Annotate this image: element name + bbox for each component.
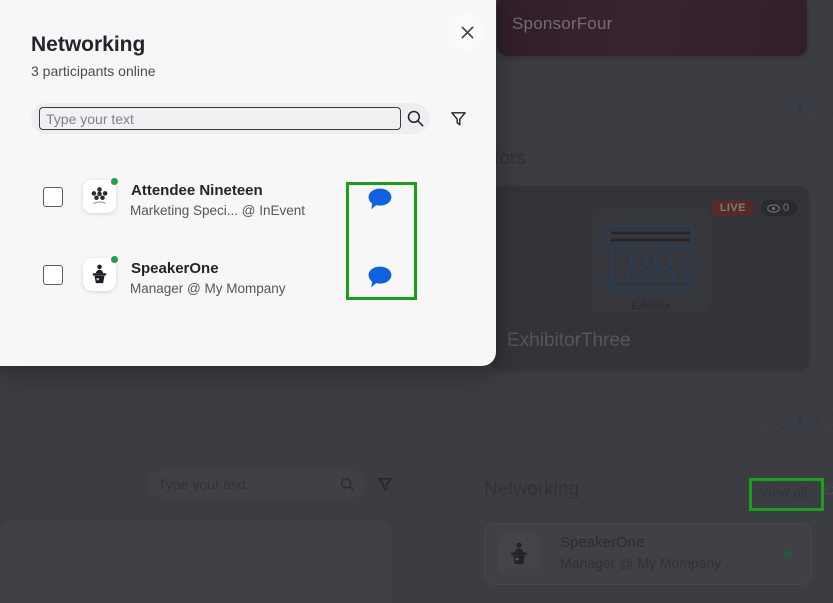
exhibitor-illustration-label: Exhibitor [631, 301, 671, 312]
exhibitor-card[interactable]: LIVE 0 Exhibitor ExhibitorThree [491, 186, 809, 370]
pagination-top[interactable]: ❮ 1 2 ❯ [766, 97, 833, 118]
speaker-podium-icon [92, 264, 107, 284]
search-input[interactable]: Type your text [148, 470, 365, 498]
sponsor-banner[interactable]: SponsorFour [497, 0, 807, 56]
participant-role: Manager @ My Mompany [130, 281, 286, 296]
participants-online-count: 3 participants online [31, 63, 156, 79]
filter-icon[interactable] [450, 110, 467, 127]
eye-icon [767, 203, 780, 213]
list-item[interactable]: SpeakerOne Manager @ My Mompany [31, 248, 465, 326]
close-icon[interactable] [453, 18, 481, 46]
pagination-bottom[interactable]: ❮ 1 2 ❯ [766, 411, 833, 432]
modal-search-row [31, 103, 466, 134]
networking-card[interactable]: SpeakerOne Manager @ My Mompany [484, 523, 812, 585]
close-x-glyph [461, 26, 473, 38]
views-count: 0 [782, 202, 789, 214]
background-panel [0, 520, 392, 603]
online-status-dot [110, 177, 119, 186]
chat-bubble-icon[interactable] [367, 187, 393, 217]
participant-checkbox[interactable] [43, 265, 63, 285]
page-title: Networking [31, 33, 146, 56]
participant-checkbox[interactable] [43, 187, 63, 207]
search-placeholder: Type your text [158, 476, 246, 492]
status-badge-live: LIVE [711, 200, 754, 216]
chevron-right-circle-icon[interactable]: ❯ [829, 97, 833, 118]
pagination-page-1[interactable]: 1 [796, 100, 804, 116]
online-status-dot [783, 550, 792, 559]
networking-card-name: SpeakerOne [560, 534, 645, 551]
views-badge: 0 [760, 200, 797, 216]
chevron-right-circle-icon[interactable]: ❯ [829, 411, 833, 432]
speaker-podium-icon [511, 542, 527, 564]
exhibitor-name: ExhibitorThree [507, 330, 631, 351]
avatar-wrapper [83, 177, 119, 213]
pagination-page-2[interactable]: 2 [813, 100, 821, 116]
exhibitor-badges: LIVE 0 [711, 200, 797, 216]
group-people-icon [91, 187, 108, 205]
pagination-page-2[interactable]: 2 [813, 414, 821, 430]
sponsor-title: SponsorFour [512, 14, 613, 33]
online-status-dot [110, 255, 119, 264]
background-search-row: Type your text [148, 470, 393, 498]
chevron-left-circle-icon[interactable]: ❮ [766, 411, 787, 432]
participant-name: SpeakerOne [131, 260, 219, 277]
participant-role: Marketing Speci... @ InEvent [130, 203, 306, 218]
chevron-left-circle-icon[interactable]: ❮ [766, 97, 787, 118]
exhibitor-booth-icon [606, 224, 695, 290]
avatar [498, 533, 540, 575]
list-item[interactable]: Attendee Nineteen Marketing Speci... @ I… [31, 170, 465, 248]
participant-list: Attendee Nineteen Marketing Speci... @ I… [31, 170, 465, 326]
avatar-wrapper [83, 255, 119, 291]
search-icon[interactable] [407, 110, 424, 127]
search-input[interactable] [39, 107, 401, 130]
chat-bubble-icon[interactable] [367, 265, 393, 295]
search-icon[interactable] [340, 477, 355, 492]
pagination-page-1[interactable]: 1 [796, 414, 804, 430]
networking-modal: Networking 3 participants online Type yo… [0, 0, 496, 366]
networking-card-role: Manager @ My Mompany [560, 555, 722, 571]
filter-icon[interactable] [377, 476, 393, 492]
participant-name: Attendee Nineteen [131, 182, 263, 199]
view-all-button[interactable]: View all [752, 481, 815, 502]
view-all-adjacent-label: C [824, 482, 833, 498]
networking-heading: Networking [484, 479, 580, 500]
search-pill [31, 103, 430, 134]
